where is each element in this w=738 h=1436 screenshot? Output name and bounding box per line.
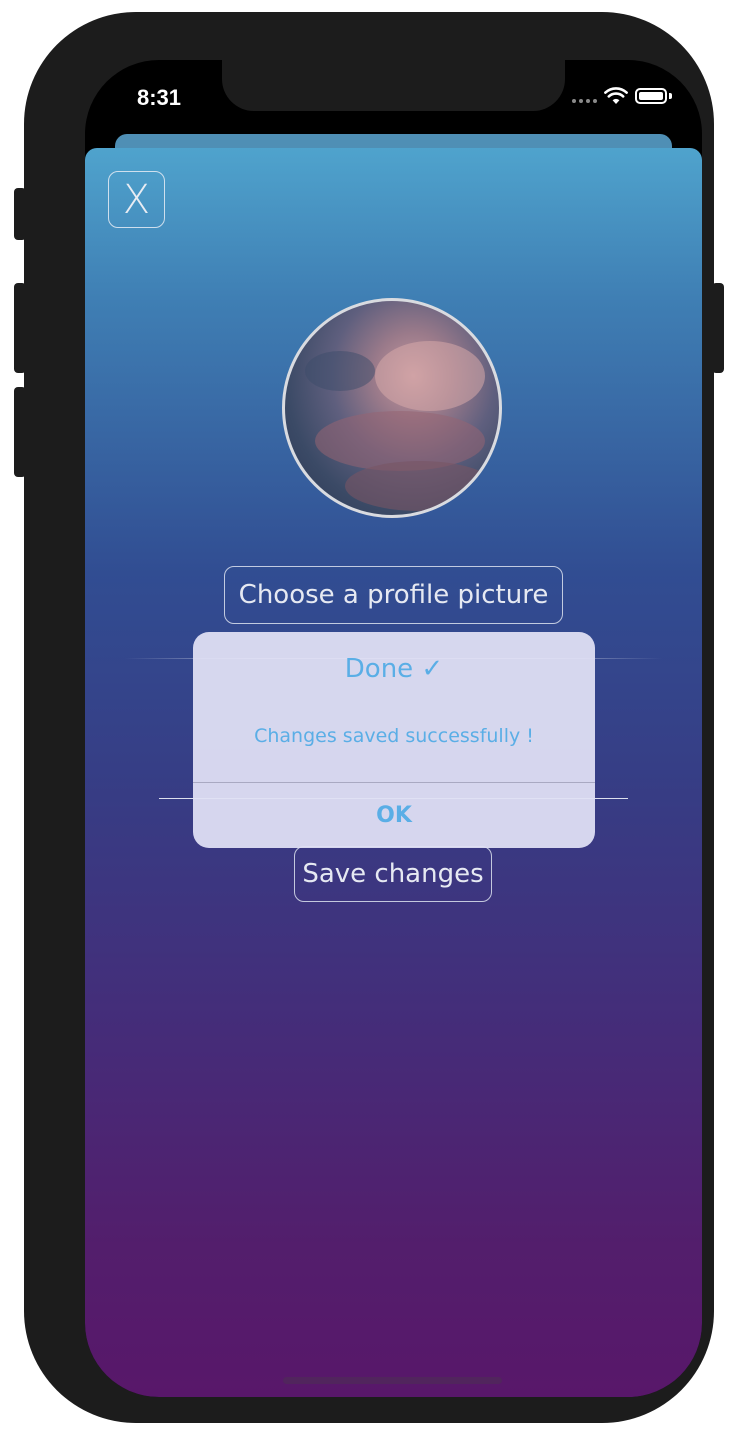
alert-message: Changes saved successfully !: [254, 725, 534, 747]
status-time: 8:31: [137, 85, 182, 110]
home-indicator[interactable]: [283, 1377, 502, 1384]
profile-sheet: X Choose a profile picture Save changes …: [85, 148, 702, 1397]
notch: [222, 60, 565, 111]
avatar-cloud: [375, 341, 485, 411]
phone-frame: 8:31 X Choose a profile picture Save cha…: [24, 12, 714, 1423]
phone-screen: 8:31 X Choose a profile picture Save cha…: [85, 60, 702, 1397]
alert-ok-button[interactable]: OK: [193, 783, 595, 848]
profile-avatar[interactable]: [282, 298, 502, 518]
wifi-icon: [604, 87, 628, 104]
signal-icon: [572, 89, 597, 103]
alert-title: Done ✓: [344, 654, 444, 684]
success-alert: Done ✓ Changes saved successfully ! OK: [193, 632, 595, 848]
close-button[interactable]: X: [108, 171, 165, 228]
avatar-cloud: [305, 351, 375, 391]
avatar-cloud: [345, 461, 495, 511]
status-icons: [572, 87, 672, 105]
battery-icon: [635, 88, 667, 104]
save-changes-button[interactable]: Save changes: [294, 846, 492, 902]
battery-tip: [669, 93, 672, 99]
choose-picture-button[interactable]: Choose a profile picture: [224, 566, 563, 624]
